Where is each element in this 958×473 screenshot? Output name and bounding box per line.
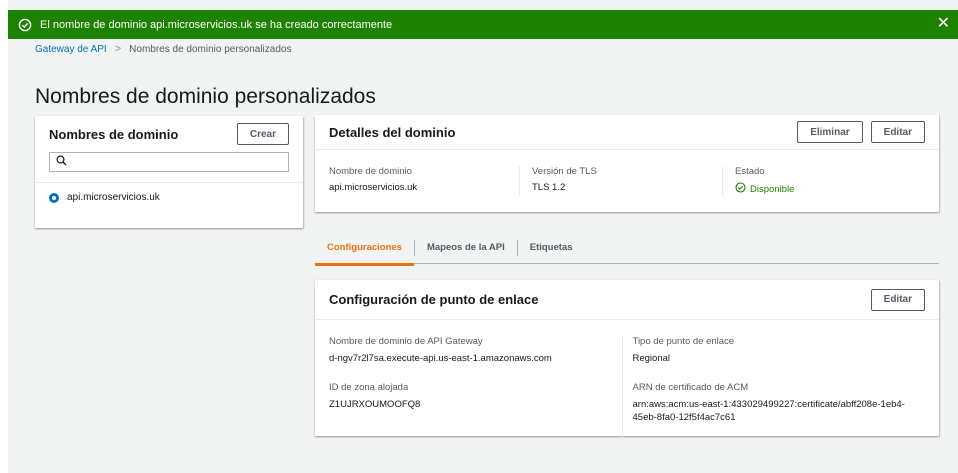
tab-configuraciones[interactable]: Configuraciones — [315, 232, 414, 266]
field-value: TLS 1.2 — [532, 182, 566, 193]
field-value: Z1UJRXOUMOOFQ8 — [329, 398, 421, 410]
breadcrumb-current: Nombres de dominio personalizados — [129, 43, 292, 55]
search-icon — [56, 153, 67, 171]
field-label: ID de zona alojada — [329, 381, 409, 393]
page-title: Nombres de dominio personalizados — [35, 85, 376, 108]
field-label: Versión de TLS — [532, 166, 597, 177]
breadcrumb-separator-icon: > — [114, 43, 122, 55]
endpoint-config-panel: Configuración de punto de enlace Editar … — [315, 280, 939, 441]
domain-details-panel: Detalles del dominio Eliminar Editar Nom… — [315, 115, 939, 212]
domain-name-field: Nombre de dominio api.microservicios.uk — [329, 166, 519, 196]
field-value: arn:aws:acm:us-east-1:433029499227:certi… — [632, 398, 905, 423]
endpoint-config-header: Configuración de punto de enlace Editar — [315, 280, 939, 320]
field-value: Regional — [632, 353, 671, 364]
flash-message: El nombre de dominio api.microservicios.… — [40, 18, 393, 31]
endpoint-config-title: Configuración de punto de enlace — [329, 292, 539, 307]
field-label: ARN de certificado de ACM — [632, 381, 749, 393]
status-text: Disponible — [750, 183, 795, 195]
edit-endpoint-button[interactable]: Editar — [870, 288, 925, 311]
domain-list-panel: Nombres de dominio Crear api.microservic… — [35, 116, 303, 228]
endpoint-right-column: Tipo de punto de enlace Regional ARN de … — [621, 336, 926, 441]
domain-radio-item[interactable]: api.microservicios.uk — [49, 192, 160, 203]
success-flash-banner: El nombre de dominio api.microservicios.… — [8, 10, 958, 39]
tab-tags[interactable]: Etiquetas — [518, 232, 585, 264]
close-icon[interactable]: ✕ — [937, 16, 950, 32]
field-label: Nombre de dominio — [329, 166, 412, 177]
check-circle-icon — [18, 18, 32, 32]
status-field: Estado Disponible — [722, 166, 925, 196]
field-value: d-ngv7r2l7sa.execute-api.us-east-1.amazo… — [329, 353, 552, 364]
domain-details-title: Detalles del dominio — [329, 124, 456, 140]
breadcrumb-root-link[interactable]: Gateway de API — [35, 44, 107, 55]
field-label: Estado — [735, 166, 765, 177]
radio-selected-icon[interactable] — [49, 192, 59, 203]
domain-details-fields: Nombre de dominio api.microservicios.uk … — [315, 166, 939, 196]
domain-list-header: Nombres de dominio Crear — [35, 116, 303, 146]
search-box — [49, 152, 289, 172]
create-button[interactable]: Crear — [236, 123, 289, 145]
tab-bar: Configuraciones Mapeos de la API Etiquet… — [315, 232, 939, 266]
domain-radio-label: api.microservicios.uk — [67, 192, 160, 203]
divider — [35, 182, 303, 183]
delete-button[interactable]: Eliminar — [797, 121, 863, 143]
domain-details-header: Detalles del dominio Eliminar Editar — [315, 115, 939, 150]
tab-api-mappings[interactable]: Mapeos de la API — [415, 232, 517, 264]
left-edge — [0, 0, 8, 473]
endpoint-config-fields: Nombre de dominio de API Gateway d-ngv7r… — [315, 336, 939, 441]
edit-domain-button[interactable]: Editar — [870, 121, 925, 143]
status-badge: Disponible — [735, 182, 925, 196]
endpoint-left-column: Nombre de dominio de API Gateway d-ngv7r… — [329, 336, 622, 440]
tls-version-field: Versión de TLS TLS 1.2 — [519, 166, 722, 196]
check-circle-icon — [735, 182, 746, 196]
domain-list-title: Nombres de dominio — [49, 126, 179, 142]
breadcrumb: Gateway de API > Nombres de dominio pers… — [35, 43, 291, 55]
field-label: Nombre de dominio de API Gateway — [329, 336, 483, 347]
field-value: api.microservicios.uk — [329, 182, 418, 193]
search-input[interactable] — [71, 156, 288, 168]
field-label: Tipo de punto de enlace — [632, 336, 735, 347]
